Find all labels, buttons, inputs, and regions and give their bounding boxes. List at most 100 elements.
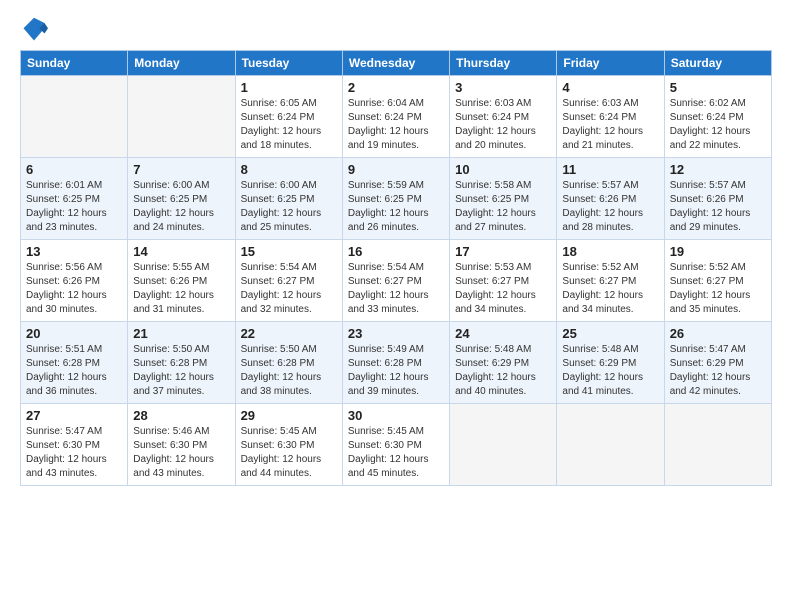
day-info: Sunrise: 5:47 AMSunset: 6:30 PMDaylight:… <box>26 425 122 481</box>
calendar-cell: 29 Sunrise: 5:45 AMSunset: 6:30 PMDayligh… <box>235 404 342 486</box>
day-info: Sunrise: 5:50 AMSunset: 6:28 PMDaylight:… <box>241 343 337 399</box>
calendar-cell: 14Sunrise: 5:55 AMSunset: 6:26 PMDayligh… <box>128 240 235 322</box>
calendar-cell: 4 Sunrise: 6:03 AMSunset: 6:24 PMDaylight… <box>557 76 664 158</box>
weekday-header-row: SundayMondayTuesdayWednesdayThursdayFrid… <box>21 51 772 76</box>
calendar-cell: 21Sunrise: 5:50 AMSunset: 6:28 PMDayligh… <box>128 322 235 404</box>
day-number: 17 <box>455 244 551 259</box>
day-number: 1 <box>241 80 337 95</box>
header <box>20 16 772 44</box>
logo-icon <box>20 16 48 44</box>
day-number: 20 <box>26 326 122 341</box>
calendar-cell <box>450 404 557 486</box>
day-info: Sunrise: 5:46 AMSunset: 6:30 PMDaylight:… <box>133 425 229 481</box>
day-number: 12 <box>670 162 766 177</box>
calendar-cell: 6 Sunrise: 6:01 AMSunset: 6:25 PMDaylight… <box>21 158 128 240</box>
day-info: Sunrise: 6:03 AMSunset: 6:24 PMDaylight:… <box>562 97 658 153</box>
day-number: 5 <box>670 80 766 95</box>
calendar-cell: 8 Sunrise: 6:00 AMSunset: 6:25 PMDaylight… <box>235 158 342 240</box>
calendar-table: SundayMondayTuesdayWednesdayThursdayFrid… <box>20 50 772 486</box>
day-info: Sunrise: 5:49 AMSunset: 6:28 PMDaylight:… <box>348 343 444 399</box>
day-info: Sunrise: 5:48 AMSunset: 6:29 PMDaylight:… <box>455 343 551 399</box>
calendar-cell: 3 Sunrise: 6:03 AMSunset: 6:24 PMDaylight… <box>450 76 557 158</box>
day-info: Sunrise: 5:57 AMSunset: 6:26 PMDaylight:… <box>670 179 766 235</box>
day-number: 26 <box>670 326 766 341</box>
calendar-cell <box>557 404 664 486</box>
calendar-week-row: 13 Sunrise: 5:56 AMSunset: 6:26 PMDayligh… <box>21 240 772 322</box>
day-info: Sunrise: 5:55 AMSunset: 6:26 PMDaylight:… <box>133 261 229 317</box>
calendar-cell: 23Sunrise: 5:49 AMSunset: 6:28 PMDayligh… <box>342 322 449 404</box>
day-number: 28 <box>133 408 229 423</box>
calendar-cell: 30Sunrise: 5:45 AMSunset: 6:30 PMDayligh… <box>342 404 449 486</box>
day-info: Sunrise: 5:56 AMSunset: 6:26 PMDaylight:… <box>26 261 122 317</box>
calendar-cell: 26 Sunrise: 5:47 AMSunset: 6:29 PMDayligh… <box>664 322 771 404</box>
day-info: Sunrise: 6:00 AMSunset: 6:25 PMDaylight:… <box>133 179 229 235</box>
weekday-header-thursday: Thursday <box>450 51 557 76</box>
calendar-cell: 27 Sunrise: 5:47 AMSunset: 6:30 PMDayligh… <box>21 404 128 486</box>
calendar-cell: 1 Sunrise: 6:05 AMSunset: 6:24 PMDaylight… <box>235 76 342 158</box>
calendar-cell <box>664 404 771 486</box>
calendar-cell: 19Sunrise: 5:52 AMSunset: 6:27 PMDayligh… <box>664 240 771 322</box>
calendar-cell: 24Sunrise: 5:48 AMSunset: 6:29 PMDayligh… <box>450 322 557 404</box>
page: SundayMondayTuesdayWednesdayThursdayFrid… <box>0 0 792 496</box>
day-number: 25 <box>562 326 658 341</box>
weekday-header-wednesday: Wednesday <box>342 51 449 76</box>
calendar-week-row: 1 Sunrise: 6:05 AMSunset: 6:24 PMDaylight… <box>21 76 772 158</box>
day-number: 29 <box>241 408 337 423</box>
calendar-cell: 28 Sunrise: 5:46 AMSunset: 6:30 PMDayligh… <box>128 404 235 486</box>
calendar-cell <box>21 76 128 158</box>
day-info: Sunrise: 5:54 AMSunset: 6:27 PMDaylight:… <box>348 261 444 317</box>
day-number: 6 <box>26 162 122 177</box>
weekday-header-friday: Friday <box>557 51 664 76</box>
day-number: 22 <box>241 326 337 341</box>
day-number: 2 <box>348 80 444 95</box>
day-info: Sunrise: 5:52 AMSunset: 6:27 PMDaylight:… <box>670 261 766 317</box>
calendar-cell: 9Sunrise: 5:59 AMSunset: 6:25 PMDaylight… <box>342 158 449 240</box>
calendar-cell: 5 Sunrise: 6:02 AMSunset: 6:24 PMDaylight… <box>664 76 771 158</box>
day-number: 21 <box>133 326 229 341</box>
weekday-header-saturday: Saturday <box>664 51 771 76</box>
day-number: 27 <box>26 408 122 423</box>
day-number: 8 <box>241 162 337 177</box>
calendar-cell: 18Sunrise: 5:52 AMSunset: 6:27 PMDayligh… <box>557 240 664 322</box>
day-info: Sunrise: 6:01 AMSunset: 6:25 PMDaylight:… <box>26 179 122 235</box>
calendar-week-row: 27 Sunrise: 5:47 AMSunset: 6:30 PMDayligh… <box>21 404 772 486</box>
day-number: 4 <box>562 80 658 95</box>
day-info: Sunrise: 5:54 AMSunset: 6:27 PMDaylight:… <box>241 261 337 317</box>
calendar-cell: 11 Sunrise: 5:57 AMSunset: 6:26 PMDayligh… <box>557 158 664 240</box>
weekday-header-tuesday: Tuesday <box>235 51 342 76</box>
day-number: 11 <box>562 162 658 177</box>
calendar-cell: 10 Sunrise: 5:58 AMSunset: 6:25 PMDayligh… <box>450 158 557 240</box>
day-info: Sunrise: 5:58 AMSunset: 6:25 PMDaylight:… <box>455 179 551 235</box>
day-info: Sunrise: 6:03 AMSunset: 6:24 PMDaylight:… <box>455 97 551 153</box>
calendar-cell: 17 Sunrise: 5:53 AMSunset: 6:27 PMDayligh… <box>450 240 557 322</box>
logo <box>20 16 50 44</box>
weekday-header-sunday: Sunday <box>21 51 128 76</box>
day-info: Sunrise: 5:51 AMSunset: 6:28 PMDaylight:… <box>26 343 122 399</box>
day-info: Sunrise: 5:45 AMSunset: 6:30 PMDaylight:… <box>348 425 444 481</box>
day-info: Sunrise: 6:02 AMSunset: 6:24 PMDaylight:… <box>670 97 766 153</box>
calendar-cell: 25 Sunrise: 5:48 AMSunset: 6:29 PMDayligh… <box>557 322 664 404</box>
day-number: 10 <box>455 162 551 177</box>
day-info: Sunrise: 5:47 AMSunset: 6:29 PMDaylight:… <box>670 343 766 399</box>
calendar-cell: 13 Sunrise: 5:56 AMSunset: 6:26 PMDayligh… <box>21 240 128 322</box>
weekday-header-monday: Monday <box>128 51 235 76</box>
calendar-cell: 20 Sunrise: 5:51 AMSunset: 6:28 PMDayligh… <box>21 322 128 404</box>
calendar-cell <box>128 76 235 158</box>
day-number: 3 <box>455 80 551 95</box>
day-number: 15 <box>241 244 337 259</box>
calendar-cell: 12 Sunrise: 5:57 AMSunset: 6:26 PMDayligh… <box>664 158 771 240</box>
calendar-week-row: 6 Sunrise: 6:01 AMSunset: 6:25 PMDaylight… <box>21 158 772 240</box>
day-info: Sunrise: 6:04 AMSunset: 6:24 PMDaylight:… <box>348 97 444 153</box>
day-info: Sunrise: 5:53 AMSunset: 6:27 PMDaylight:… <box>455 261 551 317</box>
day-number: 16 <box>348 244 444 259</box>
day-number: 13 <box>26 244 122 259</box>
day-info: Sunrise: 5:57 AMSunset: 6:26 PMDaylight:… <box>562 179 658 235</box>
day-info: Sunrise: 6:00 AMSunset: 6:25 PMDaylight:… <box>241 179 337 235</box>
day-info: Sunrise: 5:48 AMSunset: 6:29 PMDaylight:… <box>562 343 658 399</box>
calendar-cell: 22 Sunrise: 5:50 AMSunset: 6:28 PMDayligh… <box>235 322 342 404</box>
day-info: Sunrise: 6:05 AMSunset: 6:24 PMDaylight:… <box>241 97 337 153</box>
day-number: 7 <box>133 162 229 177</box>
day-number: 9 <box>348 162 444 177</box>
day-info: Sunrise: 5:45 AMSunset: 6:30 PMDaylight:… <box>241 425 337 481</box>
day-number: 18 <box>562 244 658 259</box>
